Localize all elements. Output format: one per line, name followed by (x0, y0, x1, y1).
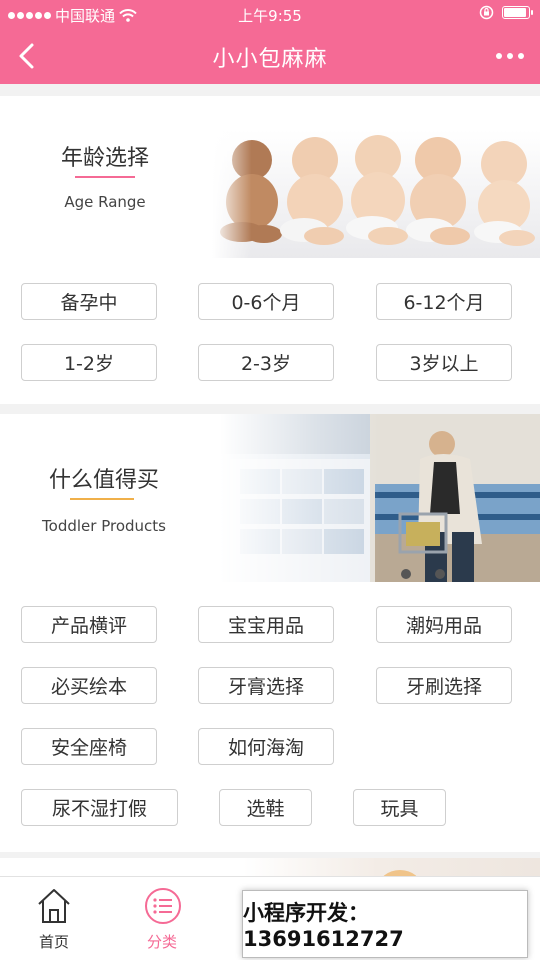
product-tag[interactable]: 宝宝用品 (198, 606, 334, 643)
product-tag[interactable]: 潮妈用品 (376, 606, 512, 643)
status-right (479, 5, 533, 20)
product-tag[interactable]: 玩具 (353, 789, 446, 826)
page-title: 小小包麻麻 (212, 47, 328, 72)
more-dots-icon (496, 53, 502, 59)
category-icon (145, 888, 181, 924)
product-tag[interactable]: 产品横评 (21, 606, 157, 643)
age-tag[interactable]: 3岁以上 (376, 344, 512, 381)
tab-home-label: 首页 (38, 933, 69, 951)
tab-category[interactable]: 分类 (112, 877, 212, 960)
product-tag[interactable]: 牙刷选择 (376, 667, 512, 704)
age-tag[interactable]: 1-2岁 (21, 344, 157, 381)
age-tag[interactable]: 2-3岁 (198, 344, 334, 381)
tab-home[interactable]: 首页 (4, 877, 104, 960)
status-bar: 中国联通 上午9:55 (0, 0, 540, 28)
products-section-title: 什么值得买 (48, 468, 159, 493)
status-time: 上午9:55 (238, 7, 302, 25)
age-tag[interactable]: 备孕中 (21, 283, 157, 320)
product-tag[interactable]: 必买绘本 (21, 667, 157, 704)
product-tag[interactable]: 安全座椅 (21, 728, 157, 765)
orientation-lock-icon (479, 5, 494, 20)
supermarket-banner-image (220, 414, 540, 582)
tab-category-label: 分类 (146, 933, 177, 951)
toddler-products-section: 什么值得买 Toddler Products 产品横评 宝宝用品 潮妈用品 必买… (0, 414, 540, 852)
nav-bar: 小小包麻麻 (0, 28, 540, 84)
babies-banner-image (212, 130, 540, 258)
age-tag[interactable]: 0-6个月 (198, 283, 334, 320)
top-bar: 中国联通 上午9:55 小小包麻麻 (0, 0, 540, 84)
more-button[interactable] (490, 42, 530, 70)
product-tag[interactable]: 牙膏选择 (198, 667, 334, 704)
home-icon (38, 889, 70, 923)
promo-contact-overlay: 小程序开发：13691612727 (242, 890, 528, 958)
products-title-underline (70, 498, 134, 500)
age-range-section: 年龄选择 Age Range 备孕中 0-6个月 6-12个月 1-2岁 2-3… (0, 96, 540, 404)
age-section-title: 年龄选择 (60, 146, 149, 171)
product-tag[interactable]: 选鞋 (219, 789, 312, 826)
battery-icon (502, 6, 533, 19)
age-title-underline (75, 176, 135, 178)
product-tag[interactable]: 如何海淘 (198, 728, 334, 765)
age-section-subtitle: Age Range (64, 193, 146, 211)
age-tag[interactable]: 6-12个月 (376, 283, 512, 320)
product-tag[interactable]: 尿不湿打假 (21, 789, 178, 826)
products-section-subtitle: Toddler Products (42, 517, 166, 535)
